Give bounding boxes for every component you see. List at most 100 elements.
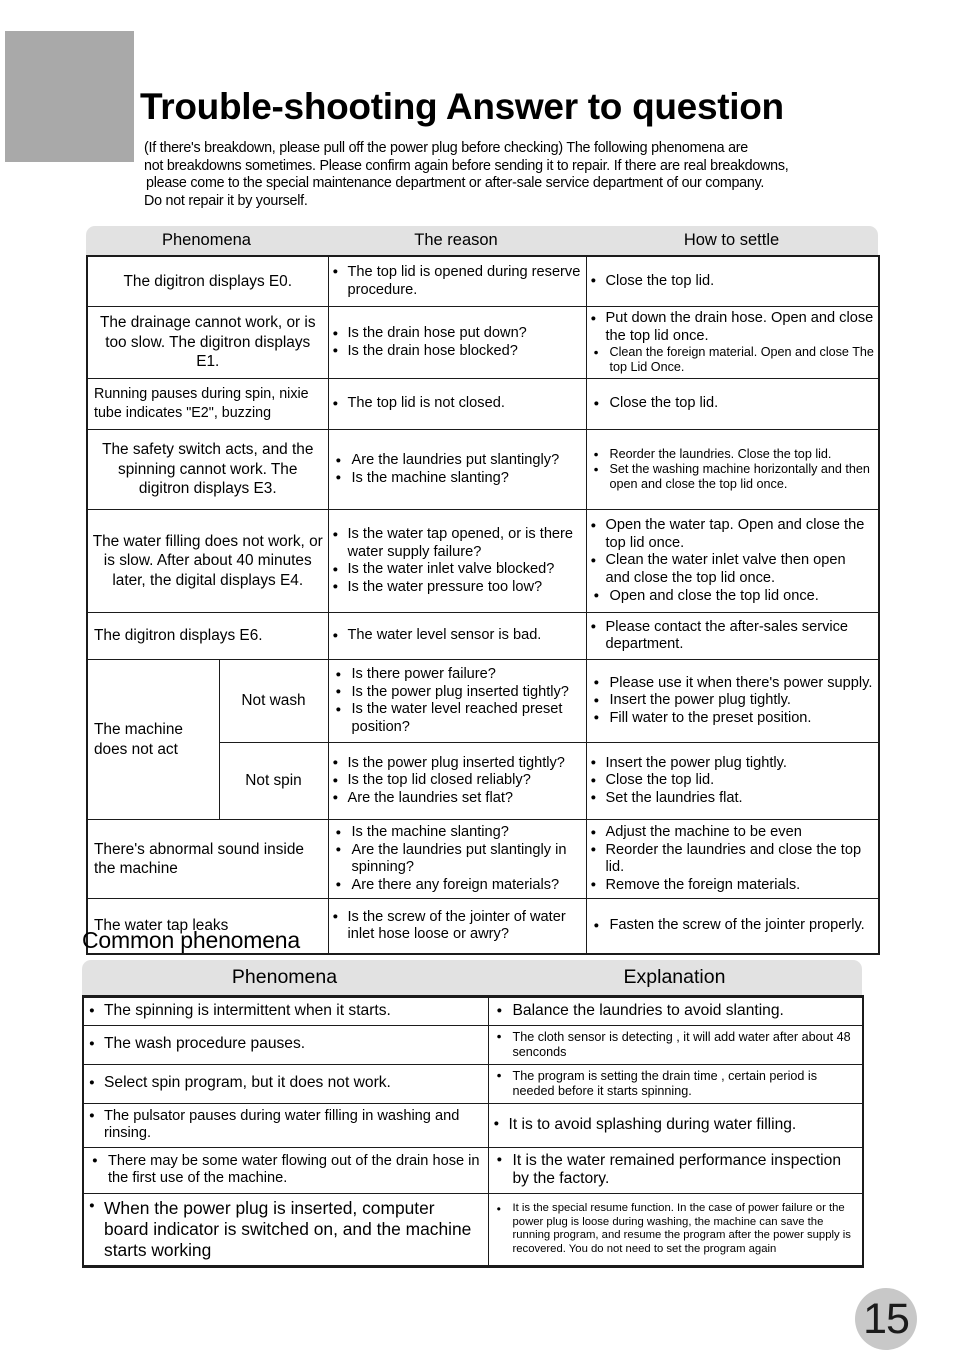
intro-paragraph: (If there's breakdown, please pull off t…	[144, 140, 896, 210]
list-item: Please use it when there's power supply.	[591, 674, 875, 693]
list-item: The top lid is opened during reserve pro…	[333, 263, 582, 299]
table-row: There may be some water flowing out of t…	[82, 1146, 864, 1194]
cell-explanation: The cloth sensor is detecting , it will …	[487, 1024, 864, 1065]
list-item: Are the laundries set flat?	[333, 789, 582, 808]
cell-settle: Insert the power plug tightly. Close the…	[585, 742, 880, 821]
list-item: Reorder the laundries and close the top …	[591, 841, 875, 877]
cell-reason: Is there power failure? Is the power plu…	[327, 659, 587, 744]
list-item: Is the water pressure too low?	[333, 578, 582, 597]
list-item: The wash procedure pauses.	[89, 1035, 483, 1054]
common-phenomena-heading: Common phenomena	[82, 927, 300, 953]
table-row: The pulsator pauses during water filling…	[82, 1102, 864, 1148]
cell-settle: Fasten the screw of the jointer properly…	[585, 898, 880, 955]
list-item: Balance the laundries to avoid slanting.	[494, 1002, 858, 1021]
col-header-settle: How to settle	[683, 231, 780, 249]
cell-phenomena: The digitron displays E6.	[86, 612, 329, 661]
list-item: Insert the power plug tightly.	[591, 754, 875, 773]
cell-phenomena: Running pauses during spin, nixie tube i…	[86, 378, 329, 431]
cell-reason: Is the power plug inserted tightly? Is t…	[327, 742, 587, 821]
list-item: Is the power plug inserted tightly?	[333, 683, 582, 702]
col-header-explanation: Explanation	[623, 966, 726, 988]
list-item: Set the washing machine horizontally and…	[591, 462, 875, 492]
list-item: Close the top lid.	[591, 772, 875, 790]
list-item: Fill water to the preset position.	[591, 709, 875, 728]
cell-phenomena-machine: The machine does not act	[86, 659, 220, 821]
common-phenomena-table: Phenomena Explanation The spinning is in…	[82, 960, 864, 1268]
intro-line-3: please come to the special maintenance d…	[146, 175, 765, 192]
cell-phenomena: The water filling does not work, or is s…	[86, 509, 329, 614]
intro-line-4: Do not repair it by yourself.	[144, 192, 308, 209]
list-item: Remove the foreign materials.	[591, 876, 875, 895]
intro-line-2: not breakdowns sometimes. Please confirm…	[144, 157, 789, 174]
cell-settle: Put down the drain hose. Open and close …	[585, 305, 880, 380]
table-row: The digitron displays E0. The top lid is…	[86, 255, 880, 307]
cell-explanation: It is the special resume function. In th…	[487, 1192, 864, 1267]
list-item: Open the water tap. Open and close the t…	[591, 517, 875, 552]
col-header-phenomena: Phenomena	[162, 231, 251, 249]
list-item: Reorder the laundries. Close the top lid…	[591, 447, 875, 462]
cell-settle: Close the top lid.	[585, 378, 880, 431]
list-item: Fasten the screw of the jointer properly…	[591, 917, 875, 935]
col-header-phenomena-2: Phenomena	[231, 966, 338, 988]
list-item: Adjust the machine to be even	[591, 824, 875, 842]
cell-sublabel-not-spin: Not spin	[218, 742, 329, 821]
intro-line-1: (If there's breakdown, please pull off t…	[144, 140, 748, 156]
list-item: Are the laundries put slantingly?	[333, 452, 582, 470]
table-row: Running pauses during spin, nixie tube i…	[86, 378, 880, 431]
list-item: Clean the water inlet valve then open an…	[591, 552, 875, 587]
page-number: 15	[855, 1288, 917, 1350]
cell-phenomena: There may be some water flowing out of t…	[82, 1146, 489, 1194]
cell-explanation: It is to avoid splashing during water fi…	[487, 1102, 864, 1148]
table-row: When the power plug is inserted, compute…	[82, 1192, 864, 1267]
list-item: Is the drain hose blocked?	[333, 342, 582, 361]
list-item: It is the special resume function. In th…	[494, 1202, 858, 1256]
main-table-header-row: Phenomena The reason How to settle	[86, 226, 878, 255]
cell-phenomena: The safety switch acts, and the spinning…	[86, 429, 329, 511]
list-item: Insert the power plug tightly.	[591, 692, 875, 710]
common-table-header-row: Phenomena Explanation	[82, 960, 862, 995]
list-item: There may be some water flowing out of t…	[89, 1152, 483, 1188]
list-item: Is the machine slanting?	[333, 469, 582, 488]
list-item: Select spin program, but it does not wor…	[89, 1074, 483, 1093]
list-item: Close the top lid.	[591, 272, 875, 291]
page-title: Trouble-shooting Answer to question	[140, 86, 784, 127]
cell-phenomena: The drainage cannot work, or is too slow…	[86, 305, 329, 380]
list-item: The spinning is intermittent when it sta…	[89, 1002, 483, 1021]
list-item: Clean the foreign material. Open and clo…	[591, 345, 875, 375]
cell-settle: Please contact the after-sales service d…	[585, 612, 880, 661]
table-row: The drainage cannot work, or is too slow…	[86, 305, 880, 380]
list-item: The program is setting the drain time , …	[494, 1068, 858, 1099]
cell-reason: Is the screw of the jointer of water inl…	[327, 898, 587, 955]
list-item: The water level sensor is bad.	[333, 627, 582, 645]
cell-reason: The top lid is opened during reserve pro…	[327, 255, 587, 307]
cell-explanation: It is the water remained performance ins…	[487, 1146, 864, 1194]
list-item: Put down the drain hose. Open and close …	[591, 309, 875, 345]
table-row: The water filling does not work, or is s…	[86, 509, 880, 614]
decorative-gray-block	[5, 31, 134, 162]
cell-reason: Are the laundries put slantingly? Is the…	[327, 429, 587, 511]
list-item: Open and close the top lid once.	[591, 587, 875, 606]
list-item: Are there any foreign materials?	[333, 876, 582, 895]
table-row: There's abnormal sound inside the machin…	[86, 819, 880, 900]
list-item: The top lid is not closed.	[333, 395, 582, 413]
table-row: The wash procedure pauses. The cloth sen…	[82, 1024, 864, 1065]
list-item: The cloth sensor is detecting , it will …	[494, 1029, 858, 1060]
cell-reason: The top lid is not closed.	[327, 378, 587, 431]
cell-phenomena: The wash procedure pauses.	[82, 1024, 489, 1065]
list-item: Are the laundries put slantingly in spin…	[333, 841, 582, 877]
cell-phenomena: When the power plug is inserted, compute…	[82, 1192, 489, 1267]
cell-phenomena: The digitron displays E0.	[86, 255, 329, 307]
list-item: Is there power failure?	[333, 666, 582, 684]
cell-reason: Is the drain hose put down? Is the drain…	[327, 305, 587, 380]
cell-phenomena: The spinning is intermittent when it sta…	[82, 996, 489, 1026]
cell-reason: Is the machine slanting? Are the laundri…	[327, 819, 587, 900]
cell-settle: Reorder the laundries. Close the top lid…	[585, 429, 880, 511]
cell-reason: Is the water tap opened, or is there wat…	[327, 509, 587, 614]
list-item: Is the water tap opened, or is there wat…	[333, 525, 582, 561]
list-item: Close the top lid.	[591, 395, 875, 413]
col-header-reason: The reason	[414, 231, 498, 249]
list-item: Is the machine slanting?	[333, 824, 582, 842]
list-item: Is the screw of the jointer of water inl…	[333, 908, 582, 944]
table-row: The safety switch acts, and the spinning…	[86, 429, 880, 511]
cell-phenomena: The pulsator pauses during water filling…	[82, 1102, 489, 1148]
